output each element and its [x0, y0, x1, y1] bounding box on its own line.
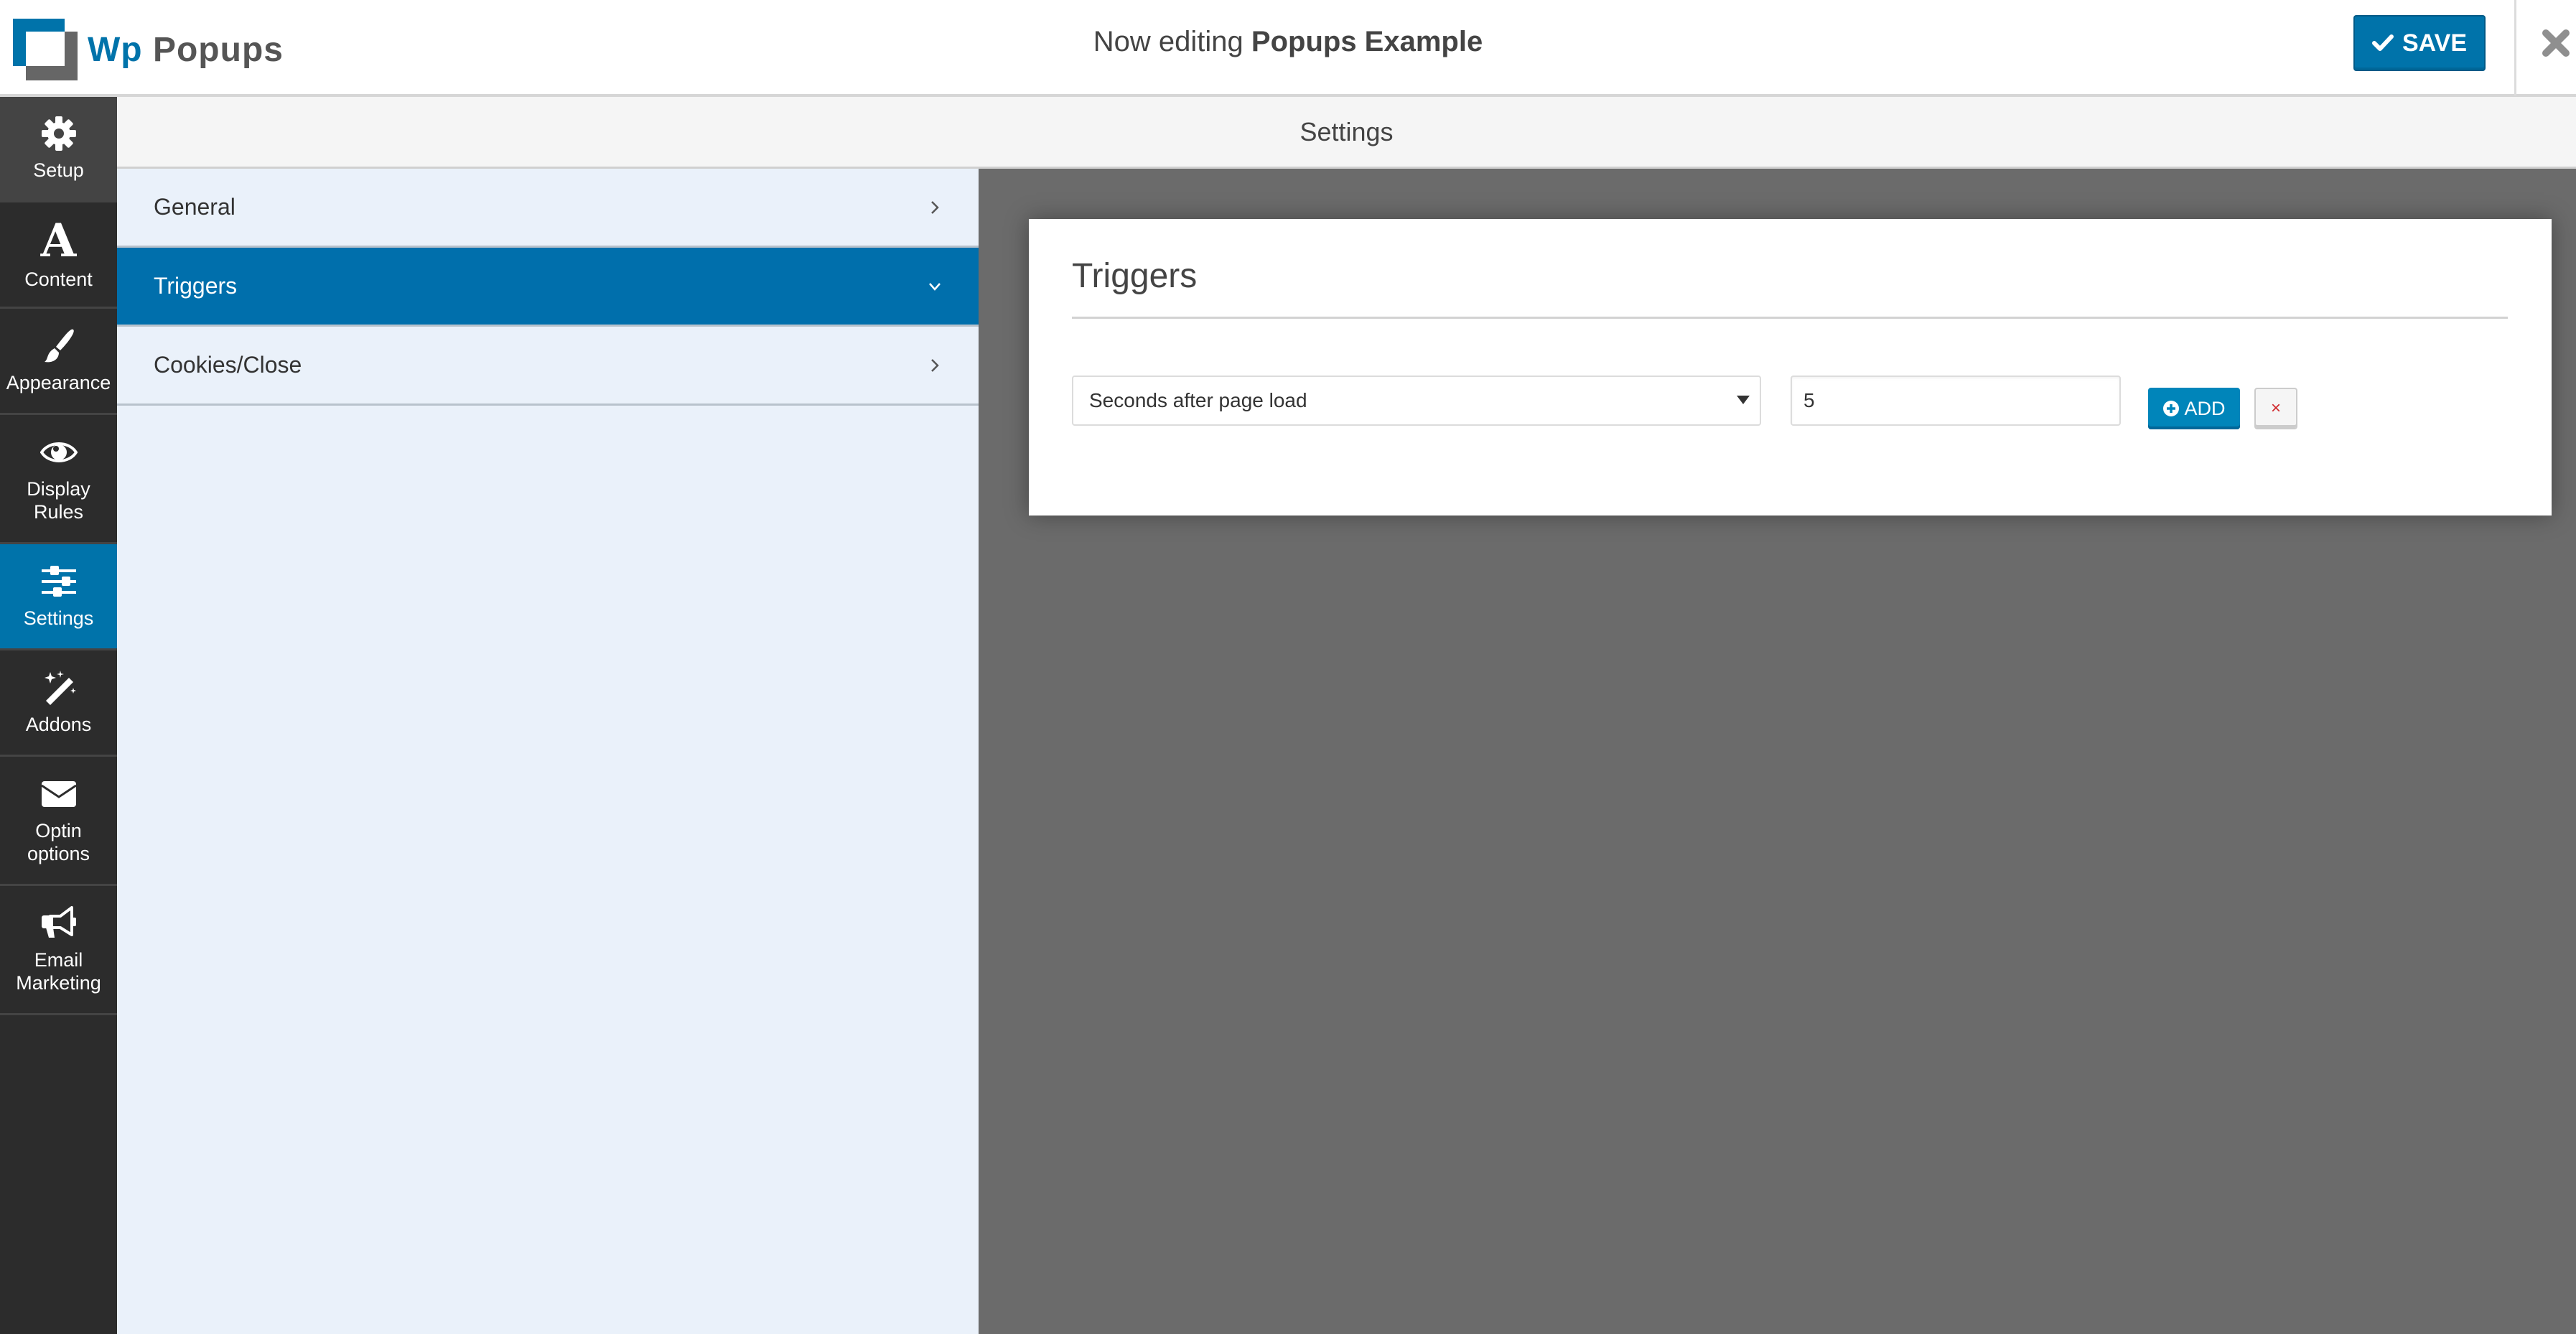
sidebar-label: Email Marketing [16, 948, 101, 994]
sidebar-item-optin-options[interactable]: Optin options [0, 757, 117, 886]
sidebar-label: Display Rules [27, 477, 90, 523]
sidebar-label: Setup [33, 159, 84, 182]
sidebar-item-display-rules[interactable]: Display Rules [0, 415, 117, 544]
eye-icon [39, 442, 78, 462]
trigger-value-input[interactable] [1791, 376, 2121, 426]
triggers-card: Triggers Seconds after page load ADD × [1029, 219, 2552, 516]
card-title: Triggers [1072, 257, 1198, 295]
panel-item-label: Cookies/Close [154, 352, 302, 378]
close-icon[interactable] [2542, 29, 2570, 57]
settings-panel: General Triggers Cookies/Close [117, 169, 979, 1334]
sidebar-label: Settings [23, 607, 94, 629]
panel-item-general[interactable]: General [117, 169, 979, 248]
megaphone-icon [41, 905, 76, 938]
remove-trigger-button[interactable]: × [2254, 388, 2297, 429]
sidebar-item-addons[interactable]: Addons [0, 650, 117, 757]
magic-wand-icon [44, 670, 76, 705]
sidebar-item-setup[interactable]: Setup [0, 97, 117, 202]
sidebar-item-appearance[interactable]: Appearance [0, 309, 117, 415]
trigger-type-select[interactable]: Seconds after page load [1072, 376, 1761, 426]
section-title-bar: Settings [117, 97, 2576, 169]
chevron-right-icon [931, 200, 939, 214]
popup-name: Popups Example [1251, 26, 1483, 57]
add-trigger-button[interactable]: ADD [2148, 388, 2240, 429]
sidebar-item-email-marketing[interactable]: Email Marketing [0, 886, 117, 1015]
page-title: Now editing Popups Example [0, 26, 2576, 58]
panel-item-cookies-close[interactable]: Cookies/Close [117, 327, 979, 406]
sidebar-label: Optin options [27, 819, 90, 864]
gear-icon [41, 116, 76, 151]
save-label: SAVE [2402, 29, 2468, 57]
panel-item-label: General [154, 194, 235, 220]
panel-item-triggers[interactable]: Triggers [117, 248, 979, 327]
font-a-icon: A [40, 213, 77, 268]
add-label: ADD [2184, 397, 2226, 419]
card-divider [1072, 317, 2508, 319]
sliders-icon [41, 565, 76, 597]
select-value: Seconds after page load [1089, 389, 1307, 411]
save-button[interactable]: SAVE [2353, 15, 2486, 71]
remove-x-icon: × [2270, 398, 2281, 418]
top-header: Wp Popups Now editing Popups Example SAV… [0, 0, 2576, 97]
paintbrush-icon [44, 329, 74, 362]
title-prefix: Now editing [1093, 26, 1243, 57]
sidebar-label: Content [24, 268, 93, 290]
panel-item-label: Triggers [154, 273, 238, 299]
plus-circle-icon [2163, 401, 2180, 416]
sidebar-item-settings[interactable]: Settings [0, 544, 117, 650]
sidebar-label: Addons [25, 713, 92, 735]
chevron-right-icon [931, 358, 939, 372]
chevron-down-icon [929, 282, 941, 291]
envelope-icon [40, 780, 77, 807]
check-icon [2371, 34, 2394, 51]
sidebar-label: Appearance [6, 371, 111, 393]
sidebar-item-content[interactable]: A Content [0, 202, 117, 309]
header-divider [2514, 0, 2516, 95]
sidebar: Setup A Content Appearance Display Rules … [0, 97, 117, 1334]
caret-down-icon [1737, 396, 1750, 404]
